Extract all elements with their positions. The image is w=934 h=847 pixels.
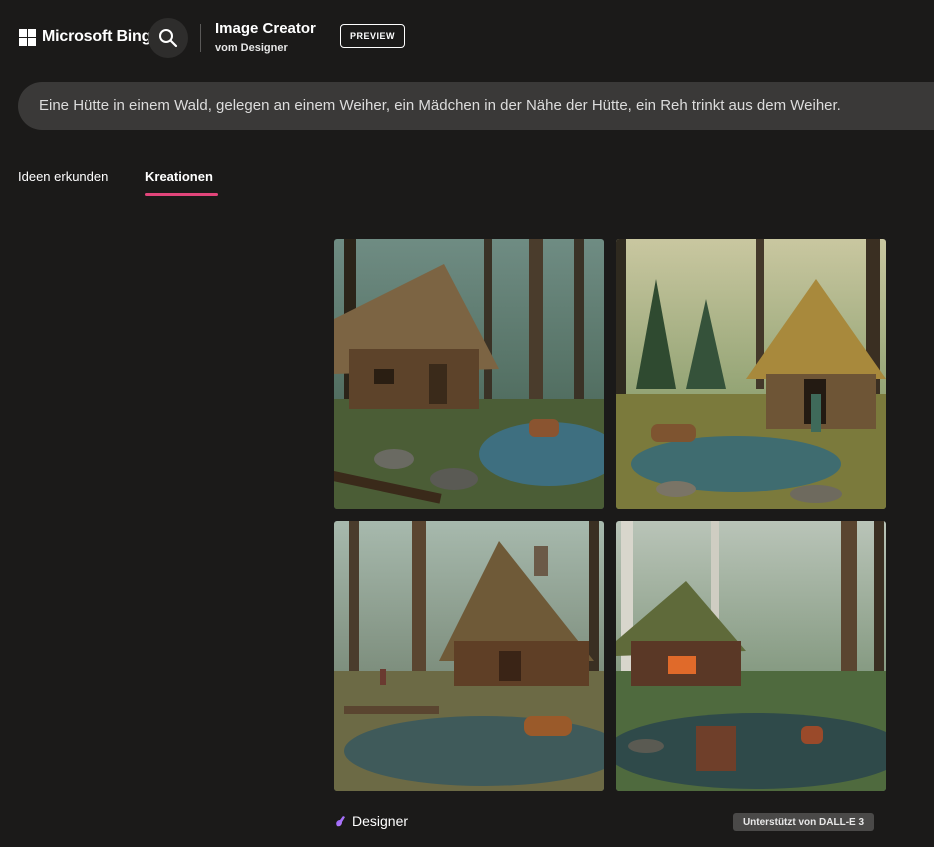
generated-image-4[interactable] [616, 521, 886, 791]
microsoft-logo-icon [19, 28, 36, 46]
search-button[interactable] [148, 18, 188, 58]
designer-label: Designer [352, 813, 409, 829]
generated-image-3[interactable] [334, 521, 604, 791]
designer-logo-icon [336, 816, 345, 827]
search-icon [159, 29, 178, 48]
tab-kreationen[interactable]: Kreationen [145, 169, 213, 184]
page-subtitle: vom Designer [215, 42, 288, 54]
generated-image-2[interactable] [616, 239, 886, 509]
prompt-input[interactable]: Eine Hütte in einem Wald, gelegen an ein… [18, 82, 934, 130]
microsoft-bing-logo[interactable]: Microsoft Bing [19, 28, 151, 46]
brand-label: Microsoft Bing [42, 28, 152, 45]
designer-logo[interactable]: Designer [334, 813, 408, 829]
preview-badge: PREVIEW [340, 24, 405, 48]
active-tab-indicator [145, 193, 218, 196]
generated-image-1[interactable] [334, 239, 604, 509]
header-divider [200, 24, 201, 52]
tab-ideen-erkunden[interactable]: Ideen erkunden [18, 169, 108, 184]
page-title: Image Creator [215, 20, 316, 37]
powered-by-badge: Unterstützt von DALL-E 3 [733, 813, 874, 831]
prompt-text: Eine Hütte in einem Wald, gelegen an ein… [39, 97, 841, 114]
header: Microsoft Bing Image Creator vom Designe… [0, 0, 934, 78]
